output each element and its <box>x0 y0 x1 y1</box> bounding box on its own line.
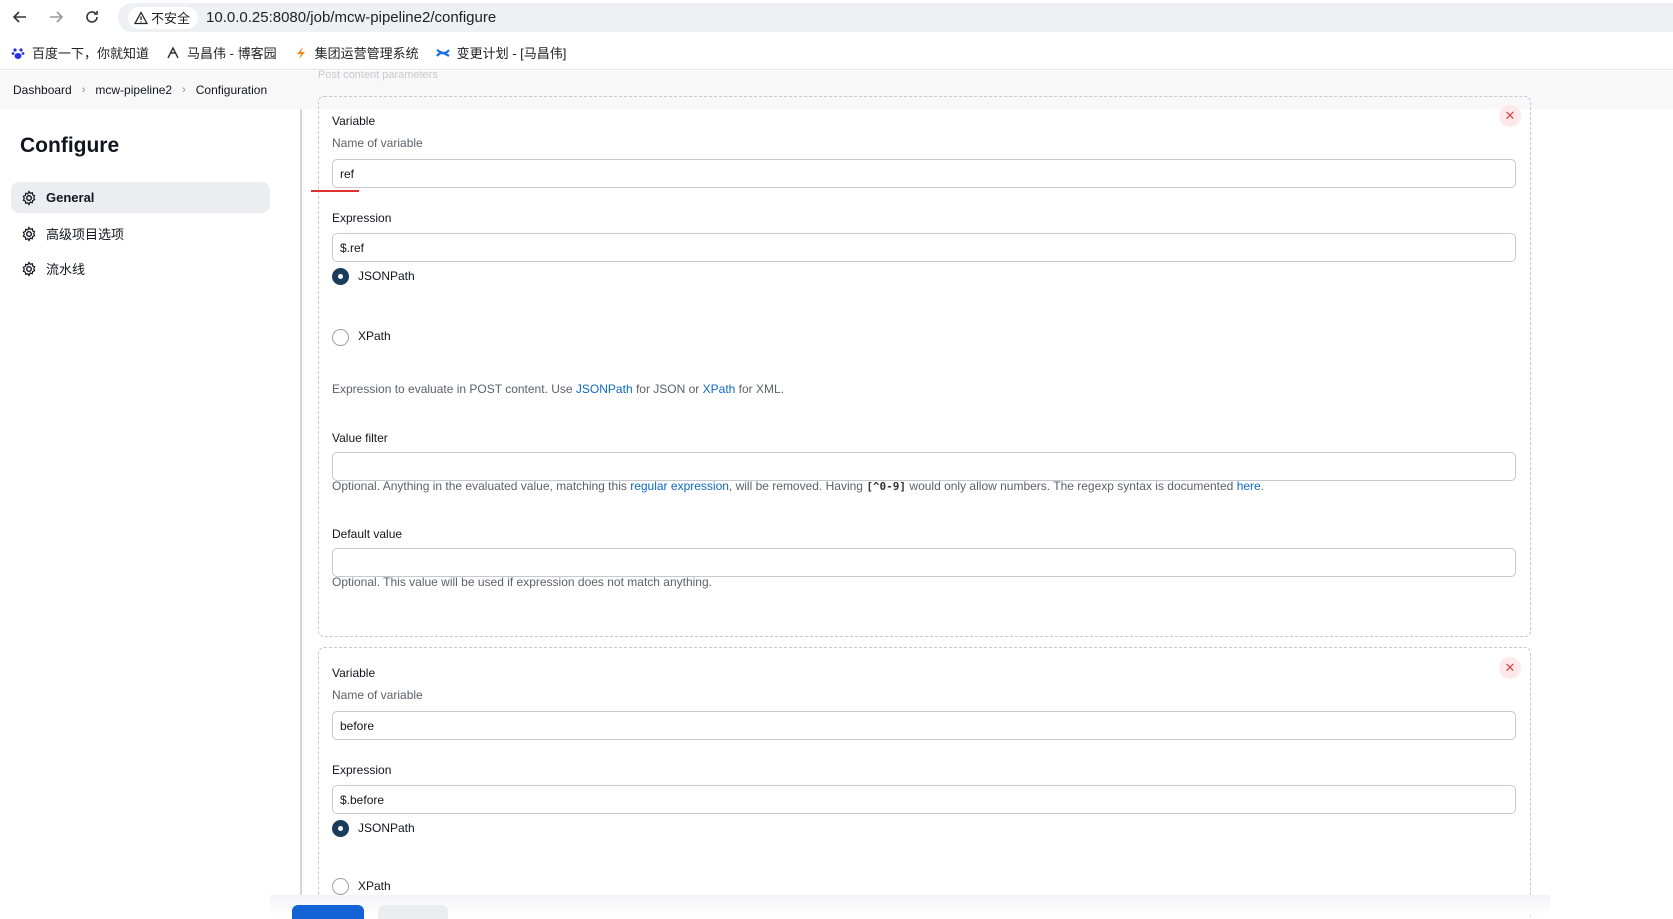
footer-bar <box>270 895 1550 915</box>
page-title: Configure <box>20 134 120 157</box>
variable-name-input[interactable]: ref <box>332 159 1516 188</box>
expression-label: Expression <box>332 763 392 777</box>
variable-hint: Name of variable <box>332 136 423 150</box>
expression-help: Expression to evaluate in POST content. … <box>332 382 785 396</box>
delete-variable-button[interactable]: ✕ <box>1499 105 1521 127</box>
jsonpath-link[interactable]: JSONPath <box>576 382 633 396</box>
sidebar-item-label: 流水线 <box>46 262 86 277</box>
jsonpath-label[interactable]: JSONPath <box>358 821 415 835</box>
sidebar-divider <box>300 109 302 899</box>
gear-icon <box>22 260 36 277</box>
sidebar-item-pipeline[interactable]: 流水线 <box>11 253 270 284</box>
lightning-icon <box>293 45 309 61</box>
value-filter-help: Optional. Anything in the evaluated valu… <box>332 479 1265 493</box>
security-indicator[interactable]: 不安全 <box>128 6 199 29</box>
gear-icon <box>22 225 36 242</box>
bookmark-baidu[interactable]: 百度一下，你就知道 <box>10 43 149 62</box>
breadcrumb-dashboard[interactable]: Dashboard <box>13 83 72 97</box>
sidebar-item-label: 高级项目选项 <box>46 227 125 242</box>
address-bar[interactable]: 不安全 10.0.0.25:8080/job/mcw-pipeline2/con… <box>118 3 1673 32</box>
url-text[interactable]: 10.0.0.25:8080/job/mcw-pipeline2/configu… <box>206 9 496 26</box>
close-icon: ✕ <box>1504 108 1516 123</box>
security-label: 不安全 <box>151 11 191 26</box>
xpath-radio[interactable] <box>332 329 349 346</box>
annotation-underline <box>311 190 359 192</box>
regex-docs-link[interactable]: here <box>1237 479 1261 493</box>
chevron-right-icon: › <box>182 84 186 96</box>
default-value-input[interactable] <box>332 548 1516 577</box>
xpath-radio[interactable] <box>332 878 349 895</box>
sidebar-item-advanced[interactable]: 高级项目选项 <box>11 218 270 249</box>
bookmarks-bar: 百度一下，你就知道 马昌伟 - 博客园 集团运营管理系统 变更计划 - [马昌伟… <box>0 36 1673 70</box>
browser-toolbar: 不安全 10.0.0.25:8080/job/mcw-pipeline2/con… <box>0 0 1673 34</box>
jsonpath-radio[interactable] <box>332 820 349 837</box>
confluence-icon <box>435 45 451 61</box>
warning-icon <box>134 10 148 24</box>
bookmark-ops-system[interactable]: 集团运营管理系统 <box>293 43 419 62</box>
value-filter-input[interactable] <box>332 452 1516 481</box>
value-filter-label: Value filter <box>332 431 388 445</box>
apply-button[interactable] <box>378 905 448 919</box>
delete-variable-button[interactable]: ✕ <box>1499 657 1521 679</box>
bookmark-cnblogs[interactable]: 马昌伟 - 博客园 <box>165 43 277 62</box>
baidu-paw-icon <box>10 45 26 61</box>
variable-hint: Name of variable <box>332 688 423 702</box>
jsonpath-radio[interactable] <box>332 268 349 285</box>
close-icon: ✕ <box>1504 660 1516 675</box>
variable-name-input[interactable]: before <box>332 711 1516 740</box>
xpath-label[interactable]: XPath <box>358 329 391 343</box>
variable-label: Variable <box>332 114 376 128</box>
default-value-label: Default value <box>332 527 403 541</box>
back-icon[interactable] <box>8 5 32 29</box>
xpath-link[interactable]: XPath <box>703 382 736 396</box>
variable-panel <box>318 647 1531 917</box>
regex-link[interactable]: regular expression <box>630 479 729 493</box>
breadcrumb-job[interactable]: mcw-pipeline2 <box>95 83 172 97</box>
variable-label: Variable <box>332 666 376 680</box>
forward-icon[interactable] <box>44 5 68 29</box>
chevron-right-icon: › <box>81 84 86 96</box>
gear-icon <box>22 189 36 206</box>
expression-input[interactable]: $.before <box>332 785 1516 814</box>
expression-label: Expression <box>332 211 392 225</box>
sidebar-item-label: General <box>46 190 95 205</box>
bookmark-change-plan[interactable]: 变更计划 - [马昌伟] <box>435 43 566 62</box>
expression-input[interactable]: $.ref <box>332 233 1516 262</box>
breadcrumb-configuration[interactable]: Configuration <box>196 83 267 97</box>
cnblogs-icon <box>165 45 181 61</box>
default-value-help: Optional. This value will be used if exp… <box>332 575 712 589</box>
save-button[interactable] <box>292 905 364 919</box>
sidebar-item-general[interactable]: General <box>11 182 270 213</box>
jsonpath-label[interactable]: JSONPath <box>358 269 415 283</box>
xpath-label[interactable]: XPath <box>358 879 391 893</box>
section-heading-faded: Post content parameters <box>318 69 438 81</box>
reload-icon[interactable] <box>80 5 104 29</box>
